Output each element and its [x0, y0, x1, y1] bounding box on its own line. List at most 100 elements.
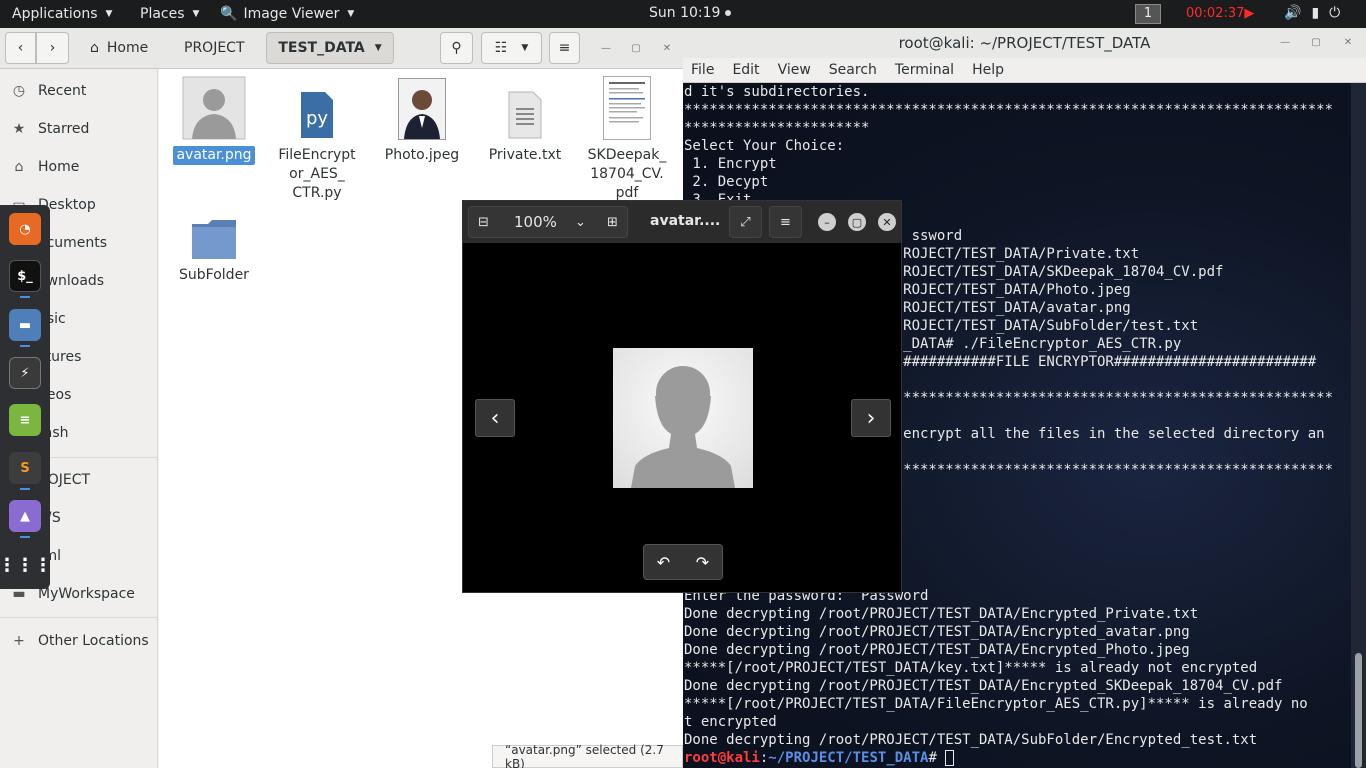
avatar-silhouette	[631, 366, 735, 488]
sidebar-item-label: Home	[38, 159, 80, 175]
running-indicator	[20, 488, 30, 490]
dock: ◔ $_ ▬ ⚡ ≡ S ▲ ⋮⋮⋮	[0, 205, 52, 589]
rotate-left-icon[interactable]: ↶	[644, 545, 683, 579]
next-image-button[interactable]: ›	[851, 399, 891, 437]
maximize-icon: ▢	[631, 42, 641, 54]
terminal-prompt: root@kali:~/PROJECT/TEST_DATA#	[684, 749, 955, 767]
minimize-button[interactable]: —	[598, 40, 614, 56]
file-item-subfolder[interactable]: SubFolder	[164, 196, 264, 285]
zoom-level[interactable]: 100%	[514, 213, 557, 231]
sidebar-item-label: Recent	[38, 83, 87, 99]
image-viewer-icon[interactable]: ▲	[9, 500, 41, 532]
maximize-button[interactable]: ▢	[848, 213, 866, 231]
chevron-down-icon[interactable]: ⌄	[575, 215, 586, 230]
record-timer[interactable]: 00:02:37▶	[1186, 6, 1254, 21]
maximize-button[interactable]: ▢	[1308, 35, 1324, 51]
minimize-button[interactable]: –	[818, 213, 836, 231]
path-test-data-button[interactable]: TEST_DATA ▼	[266, 32, 394, 64]
menu-file[interactable]: File	[691, 62, 714, 78]
menu-terminal[interactable]: Terminal	[895, 62, 954, 78]
terminal-line: 1. Encrypt	[684, 156, 777, 172]
close-button[interactable]: ✕	[659, 40, 675, 56]
sidebar-item-home[interactable]: ⌂ Home	[0, 149, 158, 185]
file-item-photo[interactable]: Photo.jpeg	[372, 76, 472, 165]
image-title: avatar....	[650, 213, 721, 229]
firefox-icon[interactable]: ◔	[9, 213, 41, 245]
python-file-icon: py	[297, 76, 337, 140]
close-button[interactable]: ✕	[1340, 35, 1356, 51]
photo-thumbnail	[398, 76, 446, 140]
sidebar-item-starred[interactable]: ★ Starred	[0, 111, 158, 147]
clock[interactable]: Sun 10:19	[649, 5, 732, 21]
home-icon: ⌂	[14, 159, 24, 175]
terminal-line: Done decrypting /root/PROJECT/TEST_DATA/…	[684, 624, 1190, 640]
workspace-indicator[interactable]: 1	[1135, 4, 1161, 24]
terminal-line: 2. Decypt	[684, 174, 769, 190]
file-name: SubFolder	[179, 267, 249, 283]
menu-edit[interactable]: Edit	[732, 62, 759, 78]
sublime-text-icon[interactable]: S	[9, 452, 41, 484]
close-button[interactable]: ✕	[878, 213, 896, 231]
app-grid-icon[interactable]: ⋮⋮⋮	[0, 549, 52, 581]
sidebar-item-other-locations[interactable]: + Other Locations	[0, 623, 158, 659]
terminal-icon[interactable]: $_	[9, 260, 41, 292]
zoom-control[interactable]: ⊟ 100% ⌄ ⊞	[468, 206, 628, 238]
chevron-left-icon: ‹	[490, 405, 500, 431]
back-button[interactable]: ‹	[5, 32, 36, 64]
system-tray[interactable]: 🔊 ▮ ⏻	[1284, 5, 1340, 21]
viewer-menu-button[interactable]: ≡	[769, 206, 802, 238]
image-viewer-icon: 🔍	[220, 6, 238, 22]
file-item-private[interactable]: Private.txt	[475, 76, 575, 165]
chevron-down-icon: ▼	[347, 9, 355, 19]
power-icon: ⏻	[1329, 5, 1341, 21]
file-item-fileencryptor[interactable]: py FileEncrypt or_AES_ CTR.py	[267, 76, 367, 203]
plus-icon: +	[13, 633, 25, 649]
forward-button[interactable]: ›	[36, 32, 69, 64]
chevron-down-icon: ▼	[192, 9, 200, 19]
recording-icon: ▶	[1244, 6, 1255, 21]
terminal-line: t encrypted	[684, 714, 777, 730]
file-item-cv[interactable]: SKDeepak_ 18704_CV. pdf	[577, 76, 677, 203]
view-options-button[interactable]: ☷ ▼	[481, 32, 542, 64]
menu-search[interactable]: Search	[829, 62, 877, 78]
files-icon[interactable]: ▬	[9, 309, 41, 341]
sidebar-item-recent[interactable]: ◷ Recent	[0, 73, 158, 109]
applications-label: Applications	[12, 6, 98, 22]
image-viewer-app-menu[interactable]: 🔍 Image Viewer ▼	[208, 0, 366, 28]
chevron-down-icon: ▼	[374, 43, 382, 53]
menu-view[interactable]: View	[778, 62, 811, 78]
burpsuite-icon[interactable]: ⚡	[9, 357, 41, 389]
terminal-line: d it's subdirectories.	[684, 84, 870, 100]
applications-menu[interactable]: Applications ▼	[0, 0, 124, 28]
fullscreen-button[interactable]: ⤢	[729, 206, 762, 238]
previous-image-button[interactable]: ‹	[475, 399, 515, 437]
chevron-down-icon: ▼	[105, 9, 113, 19]
menu-button[interactable]: ≡	[549, 32, 580, 64]
home-icon: ⌂	[90, 40, 99, 56]
search-button[interactable]: ⚲	[440, 32, 473, 64]
maximize-button[interactable]: ▢	[628, 40, 644, 56]
maximize-icon: ▢	[1311, 37, 1321, 48]
terminal-line: ****************************************…	[684, 102, 1334, 118]
places-label: Places	[140, 6, 185, 22]
scrollbar-thumb[interactable]	[1355, 653, 1362, 768]
file-item-avatar[interactable]: avatar.png	[164, 76, 264, 165]
places-menu[interactable]: Places ▼	[128, 0, 211, 28]
chevron-left-icon: ‹	[17, 40, 24, 56]
zoom-in-icon[interactable]: ⊞	[607, 215, 618, 230]
text-editor-icon[interactable]: ≡	[9, 404, 41, 436]
record-timer-label: 00:02:37	[1186, 6, 1245, 21]
terminal-scrollbar[interactable]	[1351, 83, 1366, 768]
minimize-button[interactable]: —	[1277, 35, 1293, 51]
menu-help[interactable]: Help	[972, 62, 1004, 78]
path-home-button[interactable]: ⌂ Home	[80, 32, 158, 64]
rotate-right-icon[interactable]: ↷	[683, 545, 722, 579]
terminal-line: *****[/root/PROJECT/TEST_DATA/key.txt]**…	[684, 660, 1258, 676]
zoom-out-icon[interactable]: ⊟	[478, 215, 489, 230]
file-manager-headerbar: ‹ › ⌂ Home PROJECT TEST_DATA ▼ ⚲ ☷ ▼ ≡ — ▢ …	[0, 28, 683, 69]
running-indicator	[20, 536, 30, 538]
path-project-button[interactable]: PROJECT	[174, 32, 255, 64]
terminal-menubar: File Edit View Search Terminal Help	[683, 58, 1366, 83]
file-name: FileEncrypt or_AES_ CTR.py	[278, 147, 356, 201]
path-project-label: PROJECT	[184, 40, 245, 56]
